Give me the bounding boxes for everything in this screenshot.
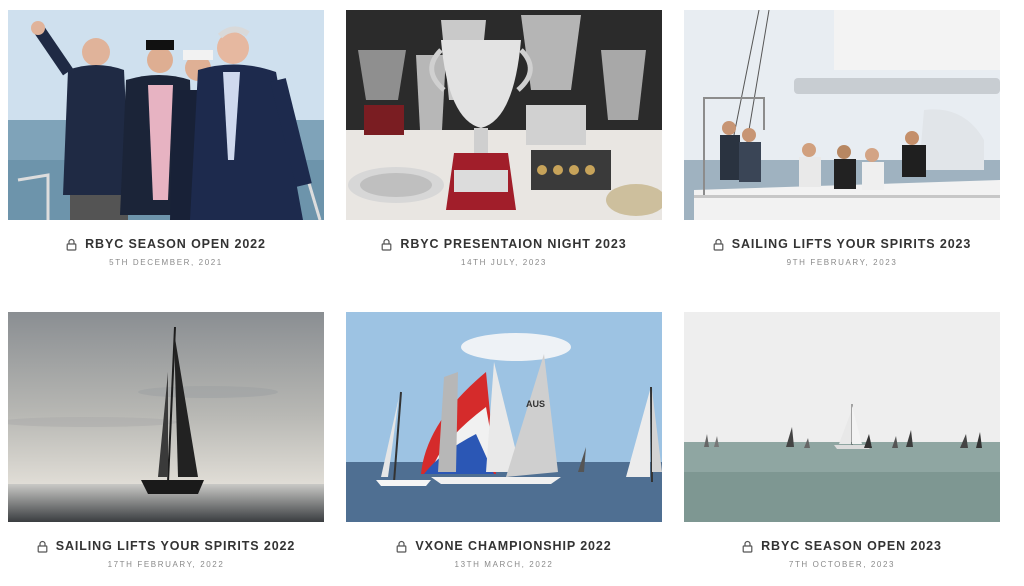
album-card[interactable]: RBYC SEASON OPEN 2022 5TH DECEMBER, 2021 <box>8 10 324 267</box>
album-thumbnail-sailing-lifts-2023[interactable] <box>684 10 1000 220</box>
album-title[interactable]: SAILING LIFTS YOUR SPIRITS 2023 <box>732 237 972 251</box>
lock-icon <box>396 540 407 553</box>
album-card[interactable]: RBYC PRESENTAION NIGHT 2023 14TH JULY, 2… <box>346 10 662 267</box>
album-card[interactable]: AUS VXONE CHAMPIONSHIP 2022 13TH MARCH, … <box>346 312 662 569</box>
album-date: 13TH MARCH, 2022 <box>454 560 554 569</box>
lock-icon <box>713 238 724 251</box>
album-title-row[interactable]: RBYC PRESENTAION NIGHT 2023 <box>346 236 662 252</box>
album-date: 9TH FEBRUARY, 2023 <box>786 258 898 267</box>
lock-icon <box>66 238 77 251</box>
album-title[interactable]: RBYC PRESENTAION NIGHT 2023 <box>400 237 626 251</box>
album-thumbnail-vxone-championship-2022[interactable]: AUS <box>346 312 662 522</box>
album-grid: RBYC SEASON OPEN 2022 5TH DECEMBER, 2021 <box>8 10 1000 569</box>
album-title-row[interactable]: VXONE CHAMPIONSHIP 2022 <box>346 538 662 554</box>
album-title[interactable]: SAILING LIFTS YOUR SPIRITS 2022 <box>56 539 296 553</box>
album-date: 17TH FEBRUARY, 2022 <box>107 560 225 569</box>
album-title[interactable]: VXONE CHAMPIONSHIP 2022 <box>415 539 611 553</box>
lock-icon <box>381 238 392 251</box>
album-thumbnail-sailing-lifts-2022[interactable] <box>8 312 324 522</box>
album-title-row[interactable]: RBYC SEASON OPEN 2023 <box>684 538 1000 554</box>
svg-text:AUS: AUS <box>526 399 545 409</box>
album-thumbnail-season-open-2023[interactable] <box>684 312 1000 522</box>
album-title[interactable]: RBYC SEASON OPEN 2022 <box>85 237 266 251</box>
album-date: 5TH DECEMBER, 2021 <box>109 258 223 267</box>
lock-icon <box>37 540 48 553</box>
album-thumbnail-presentation-night-2023[interactable] <box>346 10 662 220</box>
album-title-row[interactable]: SAILING LIFTS YOUR SPIRITS 2022 <box>8 538 324 554</box>
album-thumbnail-season-open-2022[interactable] <box>8 10 324 220</box>
album-card[interactable]: SAILING LIFTS YOUR SPIRITS 2022 17TH FEB… <box>8 312 324 569</box>
album-title-row[interactable]: SAILING LIFTS YOUR SPIRITS 2023 <box>684 236 1000 252</box>
lock-icon <box>742 540 753 553</box>
album-date: 7TH OCTOBER, 2023 <box>788 560 896 569</box>
album-card[interactable]: SAILING LIFTS YOUR SPIRITS 2023 9TH FEBR… <box>684 10 1000 267</box>
album-title[interactable]: RBYC SEASON OPEN 2023 <box>761 539 942 553</box>
album-date: 14TH JULY, 2023 <box>461 258 547 267</box>
album-card[interactable]: RBYC SEASON OPEN 2023 7TH OCTOBER, 2023 <box>684 312 1000 569</box>
album-title-row[interactable]: RBYC SEASON OPEN 2022 <box>8 236 324 252</box>
